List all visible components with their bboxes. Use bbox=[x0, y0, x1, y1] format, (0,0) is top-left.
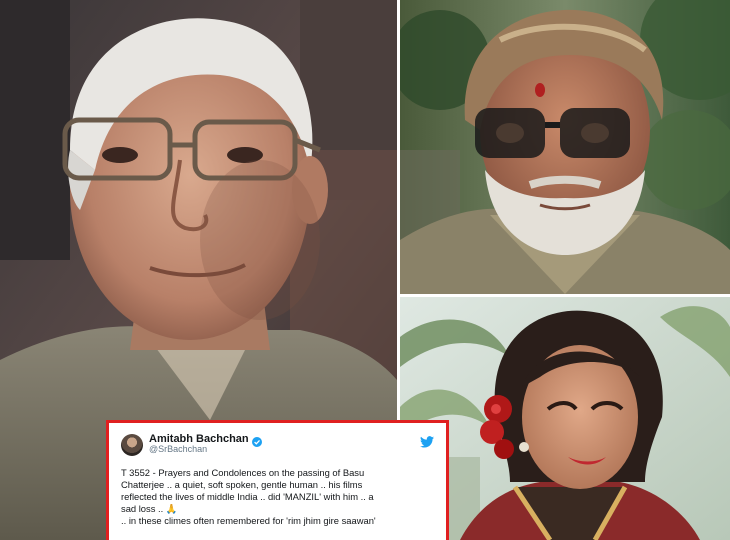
tweet-author-handle[interactable]: @SrBachchan bbox=[149, 444, 420, 455]
tweet-header: Amitabh Bachchan @SrBachchan bbox=[121, 433, 434, 463]
tweet-line: reflected the lives of middle India .. d… bbox=[121, 491, 374, 502]
tweet-line: Chatterjee .. a quiet, soft spoken, gent… bbox=[121, 479, 363, 490]
tweet-card[interactable]: Amitabh Bachchan @SrBachchan T 3552 - Pr… bbox=[106, 420, 449, 540]
tweet-line: .. in these climes often remembered for … bbox=[121, 515, 376, 526]
tweet-author: Amitabh Bachchan @SrBachchan bbox=[149, 433, 420, 455]
tweet-line: sad loss .. 🙏 bbox=[121, 503, 178, 514]
tweet-text: T 3552 - Prayers and Condolences on the … bbox=[121, 467, 434, 527]
photo-woman-red-flower bbox=[400, 297, 730, 540]
avatar[interactable] bbox=[121, 434, 143, 456]
verified-icon bbox=[251, 434, 262, 448]
photo-bearded-man-glasses bbox=[400, 0, 730, 294]
twitter-bird-icon[interactable] bbox=[420, 435, 434, 448]
collage: Amitabh Bachchan @SrBachchan T 3552 - Pr… bbox=[0, 0, 730, 540]
tweet-line: T 3552 - Prayers and Condolences on the … bbox=[121, 467, 365, 478]
